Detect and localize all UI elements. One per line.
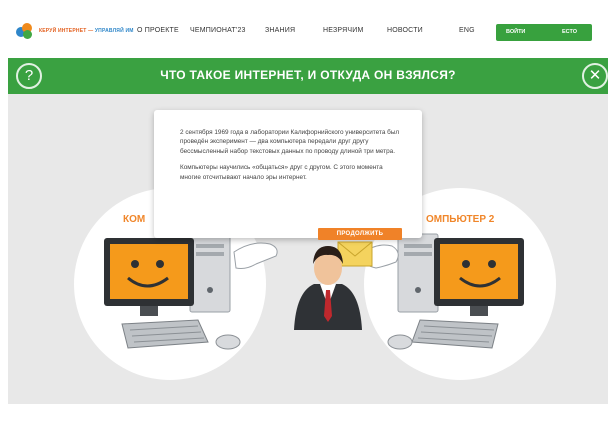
nav-item-accessibility[interactable]: НЕЗРЯЧИМ [323, 27, 364, 34]
continue-button[interactable]: ПРОДОЛЖИТЬ [318, 228, 402, 240]
secondary-button-label: ЕСТО [562, 29, 578, 35]
nav-item-language[interactable]: ENG [459, 27, 475, 34]
popup-paragraph-1: 2 сентября 1969 года в лаборатории Калиф… [180, 129, 400, 155]
nav-item-championship[interactable]: ЧЕМПИОНАТ'23 [190, 27, 246, 34]
nav-item-about[interactable]: О ПРОЕКТЕ [137, 27, 179, 34]
logo-icon [16, 23, 33, 39]
close-icon[interactable]: ✕ [582, 63, 608, 89]
computer-2-label: ОМПЬЮТЕР 2 [426, 214, 495, 225]
nav-item-news[interactable]: НОВОСТИ [387, 27, 423, 34]
logo-text: КЕРУЙ ИНТЕРНЕТ — УПРАВЛЯЙ ИМ [39, 28, 134, 34]
popup-paragraph-2: Компьютеры научились «общаться» друг с д… [180, 164, 383, 181]
nav-item-knowledge[interactable]: ЗНАНИЯ [265, 27, 295, 34]
login-button[interactable]: ВОЙТИ ЕСТО [496, 24, 592, 41]
top-navigation: КЕРУЙ ИНТЕРНЕТ — УПРАВЛЯЙ ИМ О ПРОЕКТЕ Ч… [0, 0, 608, 58]
page-bottom [0, 404, 608, 434]
site-logo[interactable]: КЕРУЙ ИНТЕРНЕТ — УПРАВЛЯЙ ИМ [16, 22, 134, 40]
envelope-icon [337, 241, 373, 267]
computer-1-label: КОМ [123, 214, 146, 225]
section-header-band: ? ЧТО ТАКОЕ ИНТЕРНЕТ, И ОТКУДА ОН ВЗЯЛСЯ… [8, 58, 608, 94]
info-popup: 2 сентября 1969 года в лаборатории Калиф… [154, 110, 422, 238]
login-button-label: ВОЙТИ [506, 29, 526, 35]
section-title: ЧТО ТАКОЕ ИНТЕРНЕТ, И ОТКУДА ОН ВЗЯЛСЯ? [160, 68, 456, 82]
